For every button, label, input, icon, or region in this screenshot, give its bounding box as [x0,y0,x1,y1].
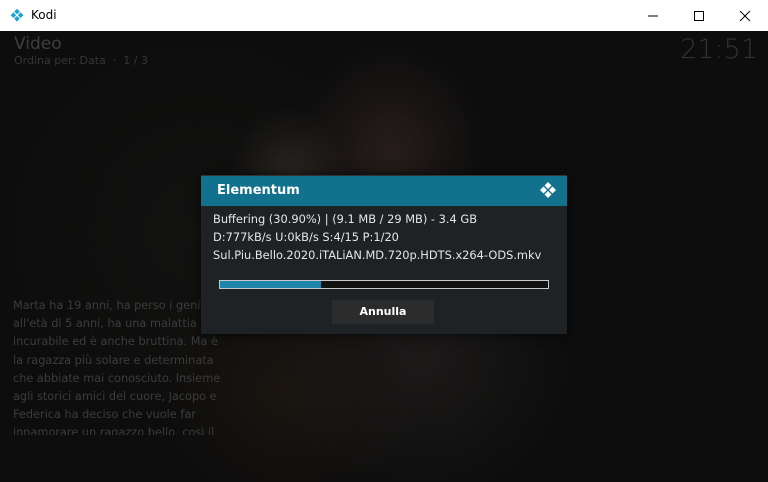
page-indicator: 1 / 3 [123,54,148,67]
maximize-icon [694,11,704,21]
kodi-icon [10,8,24,22]
progress-bar [219,280,549,289]
sort-label: Ordina per: Data [14,54,106,67]
clock: 21:51 [680,34,758,65]
kodi-logo-icon [540,182,556,198]
plot-text: Marta ha 19 anni, ha perso i genitori al… [13,299,221,435]
dialog-title: Elementum [217,183,300,198]
page-title: Video [14,34,62,54]
sort-info: Ordina per: Data · 1 / 3 [14,54,148,67]
close-icon [739,10,751,22]
progress-fill [220,281,322,288]
transfer-stats: D:777kB/s U:0kB/s S:4/15 P:1/20 [213,230,399,244]
cancel-button[interactable]: Annulla [332,300,434,324]
window-title: Kodi [31,8,57,22]
video-library-view: Video Ordina per: Data · 1 / 3 21:51 Mar… [0,31,768,482]
buffering-dialog: Elementum Buffering (30.90%) | (9.1 MB /… [201,175,567,334]
kodi-window: Kodi Video Ordina per: Data · 1 / 3 21:5… [0,0,768,482]
maximize-button[interactable] [676,0,722,31]
minimize-button[interactable] [630,0,676,31]
file-name: Sul.Piu.Bello.2020.iTALiAN.MD.720p.HDTS.… [213,248,542,262]
title-bar[interactable]: Kodi [0,0,768,31]
sort-separator: · [109,54,120,67]
minimize-icon [648,15,658,17]
close-button[interactable] [722,0,768,31]
buffering-status: Buffering (30.90%) | (9.1 MB / 29 MB) - … [213,212,478,226]
dialog-header: Elementum [201,176,567,206]
